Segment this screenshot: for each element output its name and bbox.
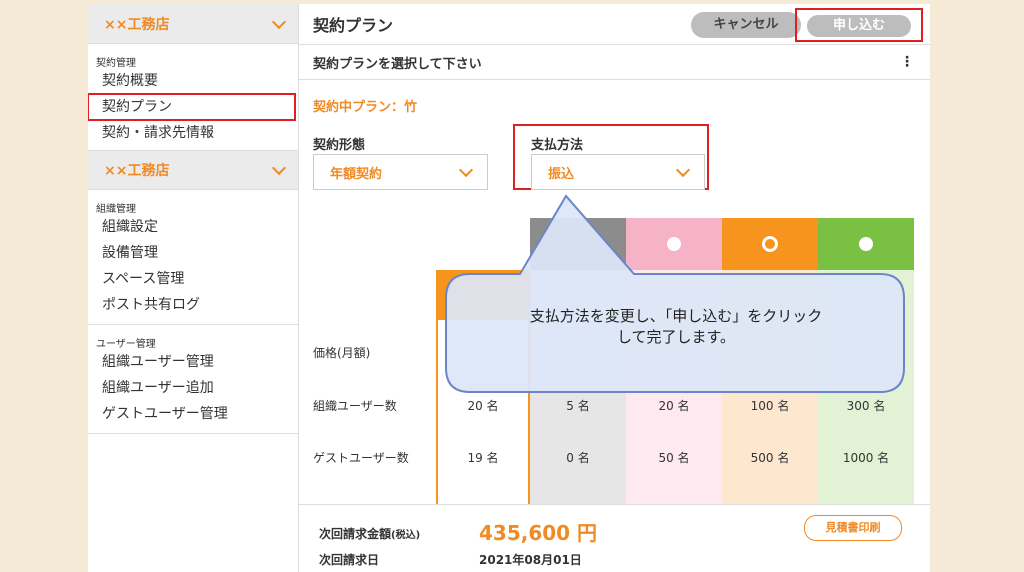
row-label-guest-users: ゲストユーザー数 (313, 451, 409, 465)
guest-users-cell: 19 名 (467, 451, 499, 465)
shop-selector-2[interactable]: ××工務店 (88, 150, 298, 190)
tax-note: (税込) (391, 530, 421, 541)
contract-type-value: 年額契約 (330, 166, 383, 182)
callout-line-2: して完了します。 (616, 328, 736, 346)
payment-method-select[interactable]: 振込 (531, 154, 705, 190)
select-plan-heading: 契約プランを選択して下さい (313, 56, 482, 72)
page-title: 契約プラン (313, 16, 394, 35)
apply-button[interactable]: 申し込む (807, 15, 911, 37)
callout-text: 支払方法を変更し、「申し込む」をクリック して完了します。 (448, 306, 904, 348)
sidebar-item-contract-overview[interactable]: 契約概要 (88, 68, 298, 94)
next-amount-label: 次回請求金額(税込) (319, 525, 420, 542)
next-date-label: 次回請求日 (319, 553, 380, 567)
org-users-cell: 5 名 (566, 399, 590, 413)
guest-users-cell: 1000 名 (842, 451, 890, 465)
chevron-down-icon (675, 162, 691, 178)
sidebar-item-org-settings[interactable]: 組織設定 (88, 214, 298, 240)
chevron-down-icon (271, 14, 287, 29)
sidebar-item-add-org-user[interactable]: 組織ユーザー追加 (88, 375, 298, 401)
next-amount-text: 次回請求金額 (319, 527, 392, 541)
next-amount-value: 435,600 円 (479, 521, 598, 545)
sidebar-item-billing-info[interactable]: 契約・請求先情報 (88, 120, 298, 146)
sidebar-item-space[interactable]: スペース管理 (88, 266, 298, 292)
current-plan-label: 契約中プラン：竹 (313, 100, 418, 115)
org-users-cell: 20 名 (467, 399, 499, 413)
more-menu-icon[interactable]: ⋮ (900, 54, 914, 70)
section-label-users: ユーザー管理 (96, 339, 156, 350)
section-label-org: 組織管理 (96, 204, 136, 215)
billing-footer: 次回請求金額(税込) 435,600 円 次回請求日 2021年08月01日 見… (299, 504, 930, 572)
cancel-button[interactable]: キャンセル (691, 12, 801, 38)
sidebar-item-contract-plan[interactable]: 契約プラン (88, 93, 296, 121)
sidebar-item-post-log[interactable]: ポスト共有ログ (88, 292, 298, 318)
radio-icon (859, 237, 873, 251)
org-users-cell: 300 名 (846, 399, 886, 413)
apply-highlight: 申し込む (795, 8, 923, 42)
selected-radio-icon (762, 236, 778, 252)
contract-type-select[interactable]: 年額契約 (313, 154, 488, 190)
shop-name: ××工務店 (104, 16, 170, 33)
top-bar: 契約プラン キャンセル 申し込む (299, 4, 930, 45)
sub-header: 契約プランを選択して下さい ⋮ (299, 45, 930, 80)
callout-line-1: 支払方法を変更し、「申し込む」をクリック (529, 307, 823, 325)
guest-users-cell: 0 名 (566, 451, 590, 465)
radio-icon (667, 237, 681, 251)
org-users-cell: 20 名 (658, 399, 690, 413)
payment-method-label: 支払方法 (531, 138, 584, 153)
chevron-down-icon (458, 162, 474, 178)
print-quote-button[interactable]: 見積書印刷 (804, 515, 902, 541)
guest-users-cell: 50 名 (658, 451, 690, 465)
sidebar: ××工務店 契約管理 契約概要 契約プラン 契約・請求先情報 ××工務店 組織管… (88, 4, 299, 572)
section-label-contract: 契約管理 (96, 58, 136, 69)
next-date-value: 2021年08月01日 (479, 553, 582, 567)
divider (88, 433, 298, 434)
sidebar-item-equipment[interactable]: 設備管理 (88, 240, 298, 266)
main-panel: 契約プラン キャンセル 申し込む 契約プランを選択して下さい ⋮ 契約中プラン：… (299, 4, 930, 572)
app-window: ××工務店 契約管理 契約概要 契約プラン 契約・請求先情報 ××工務店 組織管… (88, 4, 930, 572)
shop-selector-1[interactable]: ××工務店 (88, 4, 298, 44)
shop-name: ××工務店 (104, 163, 170, 179)
chevron-down-icon (271, 160, 287, 176)
guest-users-cell: 500 名 (750, 451, 790, 465)
row-label-price: 価格(月額) (313, 346, 371, 360)
sidebar-item-guest-users[interactable]: ゲストユーザー管理 (88, 401, 298, 427)
sidebar-item-org-users[interactable]: 組織ユーザー管理 (88, 349, 298, 375)
payment-method-value: 振込 (548, 166, 575, 182)
org-users-cell: 100 名 (750, 399, 790, 413)
row-label-org-users: 組織ユーザー数 (313, 399, 397, 413)
contract-type-label: 契約形態 (313, 138, 366, 153)
